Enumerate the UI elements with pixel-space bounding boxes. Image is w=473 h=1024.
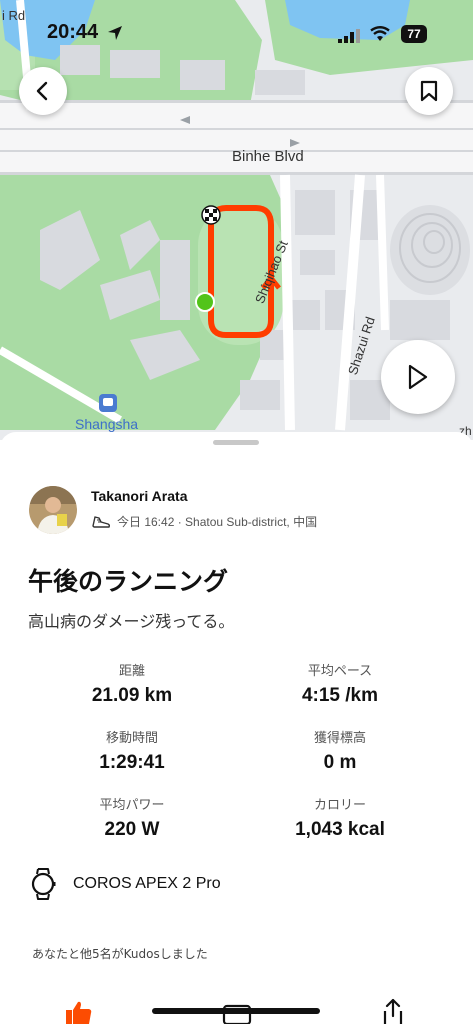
stat-avg-pace: 平均ペース 4:15 /km	[235, 660, 445, 707]
share-icon[interactable]	[381, 998, 405, 1024]
status-time: 20:44	[47, 21, 99, 43]
activity-meta: 今日 16:42 · Shatou Sub-district, 中国	[91, 513, 317, 530]
home-indicator	[152, 1008, 320, 1014]
location-arrow-icon	[108, 26, 122, 40]
wifi-icon	[370, 26, 390, 41]
stat-value: 1,043 kcal	[295, 819, 385, 840]
kudos-summary[interactable]: あなたと他5名がKudosしました	[32, 945, 208, 962]
device-row: COROS APEX 2 Pro	[30, 868, 221, 900]
play-icon	[408, 364, 428, 390]
action-bar	[0, 990, 473, 1024]
stat-value: 0 m	[323, 752, 357, 773]
stat-value: 21.09 km	[91, 685, 173, 706]
stat-label: 距離	[118, 663, 145, 678]
stat-value: 220 W	[104, 819, 160, 840]
stat-avg-power: 平均パワー 220 W	[27, 794, 237, 841]
bookmark-button[interactable]	[405, 67, 453, 115]
stat-distance: 距離 21.09 km	[27, 660, 237, 707]
back-button[interactable]	[19, 67, 67, 115]
signal-icon	[338, 29, 360, 43]
flyover-play-button[interactable]	[381, 340, 455, 414]
chevron-left-icon	[36, 81, 48, 101]
device-name: COROS APEX 2 Pro	[73, 875, 221, 892]
comment-icon[interactable]	[222, 1004, 252, 1024]
stat-value: 1:29:41	[99, 752, 165, 773]
stat-label: 移動時間	[105, 730, 158, 745]
stat-elevation-gain: 獲得標高 0 m	[235, 727, 445, 774]
station-label: Shangsha	[75, 416, 139, 432]
avatar[interactable]	[29, 486, 77, 534]
athlete-name[interactable]: Takanori Arata	[91, 488, 187, 504]
activity-description: 高山病のダメージ残ってる。	[28, 612, 235, 631]
stat-label: 獲得標高	[313, 730, 366, 745]
stat-moving-time: 移動時間 1:29:41	[27, 727, 237, 774]
status-bar: 20:44 77	[0, 0, 473, 66]
stat-label: 平均ペース	[307, 663, 373, 678]
stat-label: 平均パワー	[99, 797, 165, 812]
watch-icon	[31, 868, 56, 900]
road-label-binhe: Binhe Blvd	[232, 148, 304, 165]
stat-calories: カロリー 1,043 kcal	[235, 794, 445, 841]
running-shoe-icon	[92, 515, 111, 528]
stat-label: カロリー	[313, 797, 366, 812]
stat-value: 4:15 /km	[301, 685, 379, 706]
activity-title: 午後のランニング	[28, 567, 229, 596]
battery-indicator: 77	[401, 25, 427, 43]
activity-meta-text: 今日 16:42 · Shatou Sub-district, 中国	[117, 515, 318, 529]
athlete-photo	[29, 486, 77, 534]
bookmark-icon	[420, 80, 438, 102]
sheet-drag-handle[interactable]	[213, 440, 259, 445]
kudos-thumbs-up-icon[interactable]	[64, 1000, 92, 1024]
